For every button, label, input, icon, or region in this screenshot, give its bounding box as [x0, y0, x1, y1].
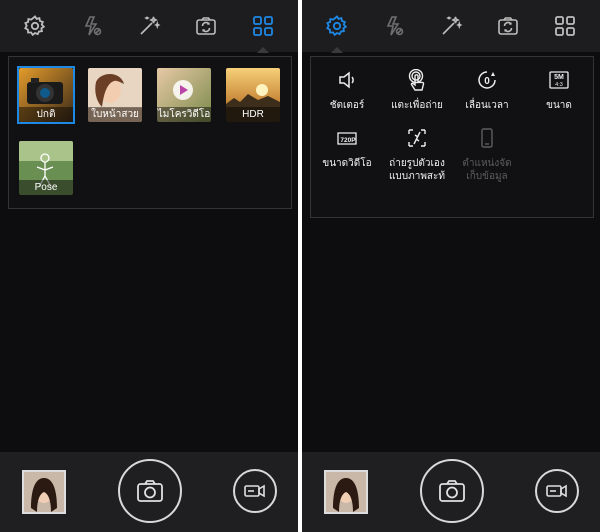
setting-label: ขนาด	[546, 100, 572, 111]
video-size-icon: 720P	[337, 132, 357, 145]
video-mode-button[interactable]	[535, 469, 579, 513]
switch-camera-icon	[196, 17, 216, 35]
top-toolbar	[302, 0, 600, 53]
timer-value: 0	[484, 76, 490, 87]
effects-button[interactable]	[132, 9, 166, 43]
mode-label: HDR	[226, 107, 280, 122]
magic-wand-icon	[442, 16, 463, 35]
mode-label: ไมโครวิดีโอ	[157, 107, 211, 122]
mode-pose[interactable]: Pose	[19, 141, 73, 195]
svg-text:720P: 720P	[340, 137, 356, 144]
flash-button[interactable]	[75, 9, 109, 43]
phone-storage-icon	[481, 128, 493, 148]
speaker-icon	[339, 71, 354, 89]
setting-photo-size[interactable]: 5M 4:3 ขนาด	[523, 67, 595, 112]
gear-icon	[325, 15, 347, 37]
switch-camera-button[interactable]	[491, 9, 525, 43]
setting-mirror-selfie[interactable]: ถ่ายรูปตัวเอง แบบภาพสะท้	[381, 125, 453, 183]
mode-normal[interactable]: ปกติ	[17, 66, 75, 124]
modes-panel: ปกติ ใบหน้าสวย ไมโครวิดีโอ HDR Pose	[8, 56, 292, 209]
gear-icon	[23, 15, 45, 37]
top-toolbar	[0, 0, 298, 53]
panel-caret	[257, 47, 270, 53]
setting-shutter-sound[interactable]: ชัตเตอร์	[311, 67, 383, 112]
modes-grid-icon	[555, 16, 576, 36]
setting-label: ขนาดวิดีโอ	[322, 158, 372, 169]
switch-camera-button[interactable]	[189, 9, 223, 43]
camera-icon	[439, 480, 465, 502]
left-camera-screen: ปกติ ใบหน้าสวย ไมโครวิดีโอ HDR Pose	[0, 0, 298, 532]
flash-off-icon	[386, 16, 404, 36]
flash-button[interactable]	[377, 9, 411, 43]
setting-video-size[interactable]: 720P ขนาดวิดีโอ	[311, 125, 383, 170]
setting-label: ชัตเตอร์	[329, 100, 365, 111]
mode-label: Pose	[19, 180, 73, 195]
setting-label: แตะเพื่อถ่าย	[391, 100, 443, 111]
bottom-bar	[302, 452, 600, 532]
setting-label: ตำแหน่งจัด เก็บข้อมูล	[462, 158, 512, 182]
panel-caret	[330, 47, 343, 53]
gallery-thumbnail[interactable]	[22, 470, 66, 514]
setting-label: ถ่ายรูปตัวเอง แบบภาพสะท้	[388, 158, 445, 182]
mirror-icon	[408, 129, 426, 147]
mode-label: ปกติ	[19, 107, 73, 122]
photo-size-icon: 5M4:3	[549, 71, 569, 89]
bottom-bar	[0, 452, 298, 532]
svg-text:4:3: 4:3	[555, 82, 563, 88]
shutter-button[interactable]	[118, 459, 182, 523]
flash-off-icon	[84, 16, 102, 36]
right-camera-screen: ชัตเตอร์ แตะเพื่อถ่าย 0 เลื่อนเวลา 5M 4:3…	[302, 0, 600, 532]
svg-text:5M: 5M	[554, 74, 564, 81]
mode-beauty[interactable]: ใบหน้าสวย	[88, 68, 142, 122]
timer-icon: 0	[478, 71, 496, 89]
settings-panel: ชัตเตอร์ แตะเพื่อถ่าย 0 เลื่อนเวลา 5M 4:3…	[310, 56, 594, 218]
shutter-button[interactable]	[420, 459, 484, 523]
setting-timer[interactable]: 0 เลื่อนเวลา	[451, 67, 523, 112]
effects-button[interactable]	[434, 9, 468, 43]
video-camera-icon	[244, 484, 265, 498]
switch-camera-icon	[498, 17, 518, 35]
modes-button[interactable]	[548, 9, 582, 43]
mode-label: ใบหน้าสวย	[88, 107, 142, 122]
touch-icon	[408, 69, 425, 91]
magic-wand-icon	[140, 16, 161, 35]
gallery-thumbnail[interactable]	[324, 470, 368, 514]
settings-button[interactable]	[18, 9, 52, 43]
modes-grid-icon	[253, 16, 274, 36]
modes-button[interactable]	[246, 9, 280, 53]
setting-label: เลื่อนเวลา	[465, 100, 509, 111]
mode-micro-video[interactable]: ไมโครวิดีโอ	[157, 68, 211, 122]
video-camera-icon	[546, 484, 567, 498]
camera-icon	[137, 480, 163, 502]
video-mode-button[interactable]	[233, 469, 277, 513]
setting-storage-location: ตำแหน่งจัด เก็บข้อมูล	[451, 125, 523, 183]
mode-hdr[interactable]: HDR	[226, 68, 280, 122]
setting-touch-capture[interactable]: แตะเพื่อถ่าย	[381, 67, 453, 112]
settings-button[interactable]	[320, 9, 354, 53]
